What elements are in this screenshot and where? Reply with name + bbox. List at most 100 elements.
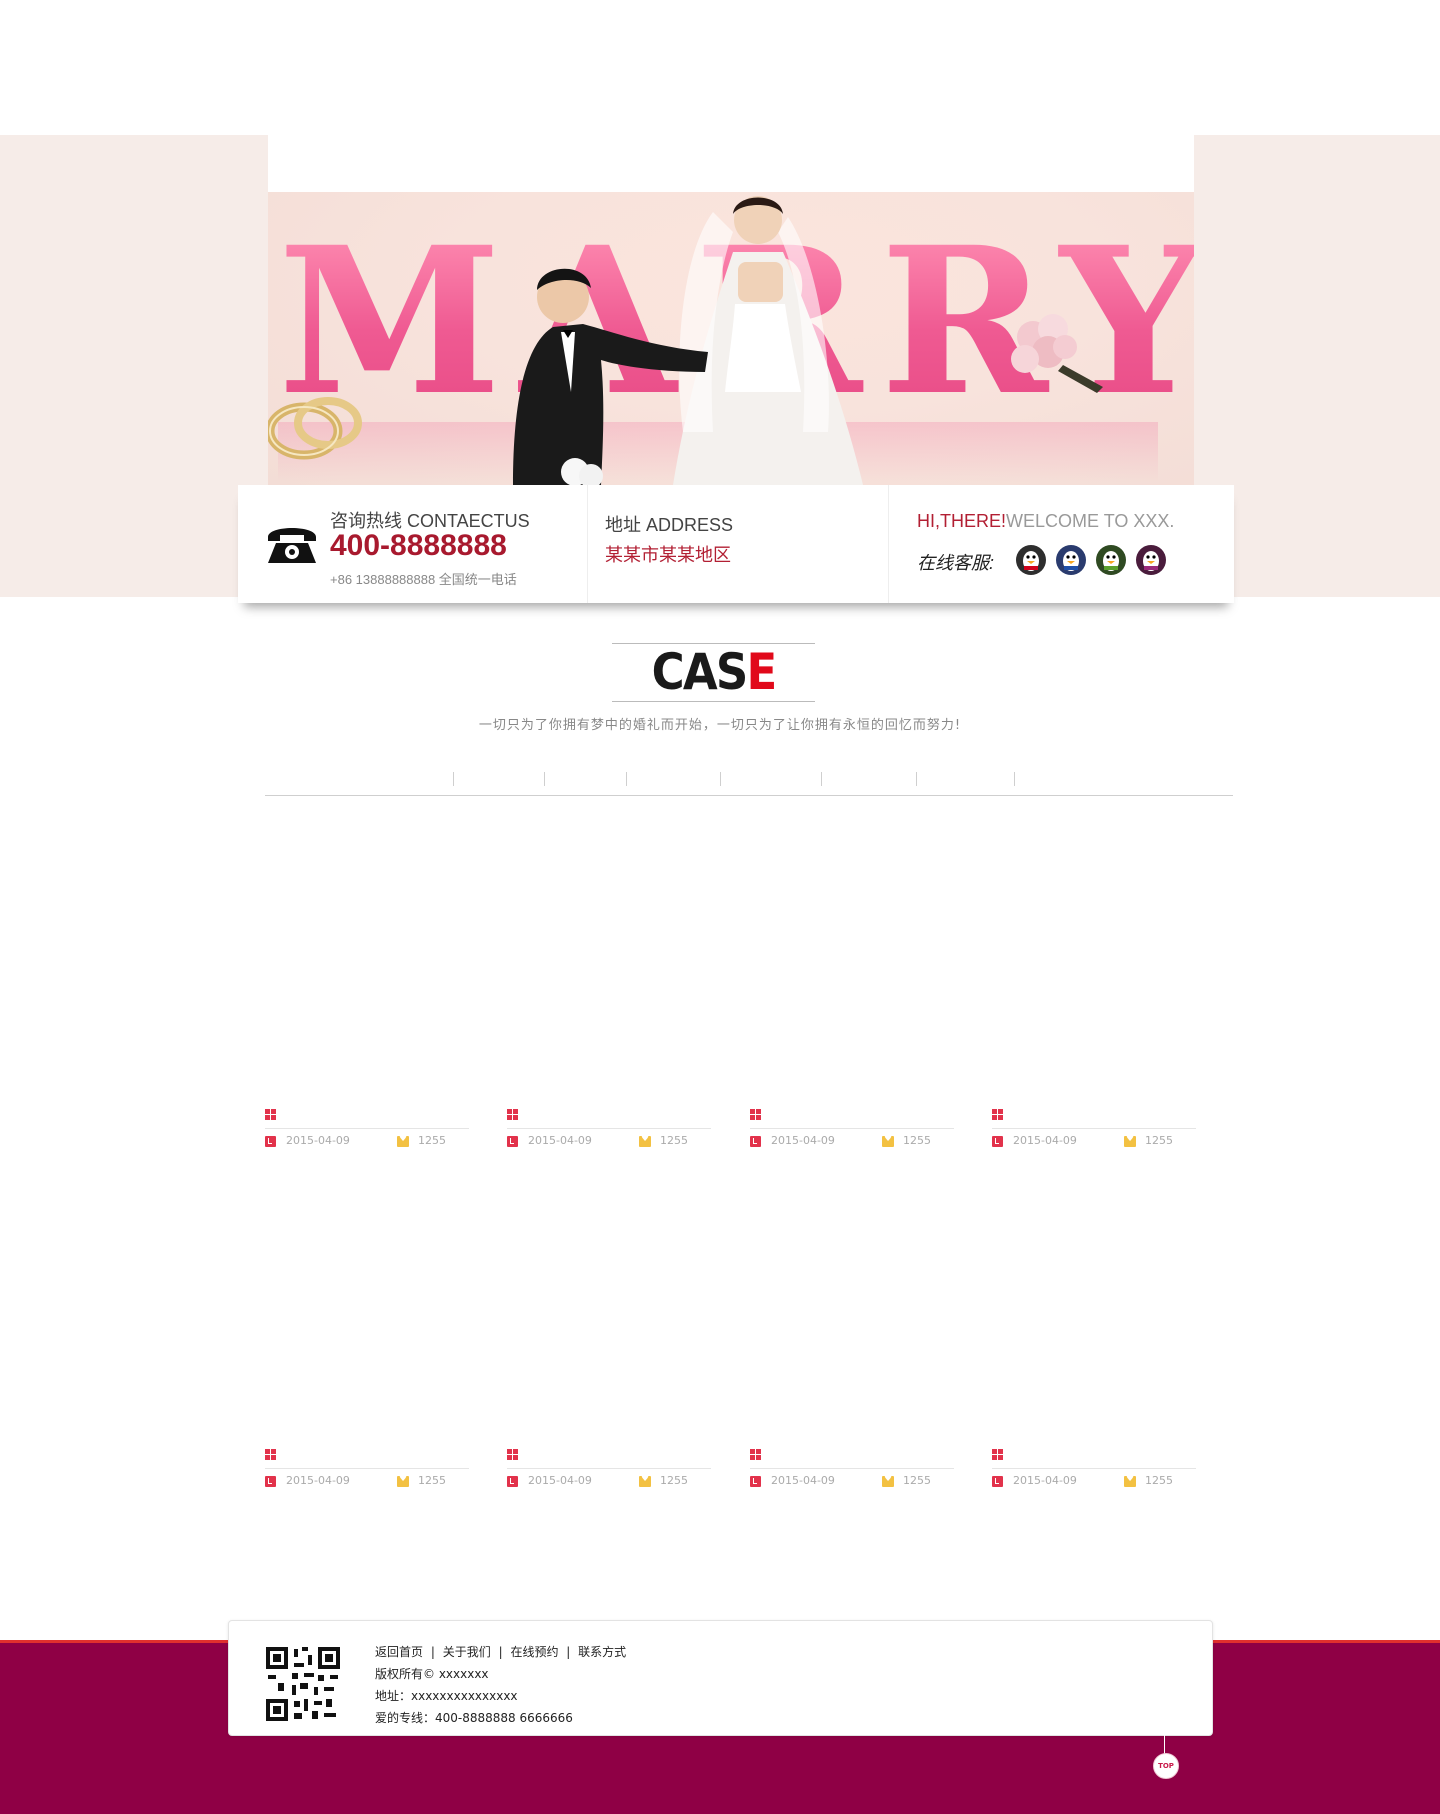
footer-panel: 返回首页 | 关于我们 | 在线预约 | 联系方式 版权所有© xxxxxxx …	[228, 1620, 1213, 1736]
case-count: 1255	[660, 1134, 688, 1147]
case-count: 1255	[1145, 1474, 1173, 1487]
footer-separator: |	[498, 1645, 503, 1659]
tabs-underline	[265, 795, 1233, 796]
card-divider	[265, 1468, 469, 1469]
qr-code-icon	[264, 1645, 342, 1723]
contact-phone-panel: 咨询热线 CONTAECTUS 400-8888888 +86 13888888…	[238, 485, 586, 603]
case-card[interactable]: 2015-04-09 1255	[265, 1105, 469, 1155]
case-count: 1255	[660, 1474, 688, 1487]
case-subtitle: 一切只为了你拥有梦中的婚礼而开始，一切只为了让你拥有永恒的回忆而努力!	[478, 718, 962, 733]
case-card[interactable]: 2015-04-09 1255	[992, 1105, 1196, 1155]
card-divider	[992, 1128, 1196, 1129]
card-divider	[507, 1128, 711, 1129]
info-bar: 咨询热线 CONTAECTUS 400-8888888 +86 13888888…	[238, 485, 1234, 603]
case-count: 1255	[418, 1474, 446, 1487]
grid-icon	[265, 1449, 276, 1460]
couple-photo	[513, 196, 863, 485]
footer-address: 地址：xxxxxxxxxxxxxxx	[375, 1689, 518, 1703]
case-card[interactable]: 2015-04-09 1255	[265, 1445, 469, 1495]
card-divider	[750, 1128, 954, 1129]
case-date: 2015-04-09	[771, 1474, 835, 1487]
case-date: 2015-04-09	[1013, 1134, 1077, 1147]
grid-icon	[507, 1449, 518, 1460]
tab-separator	[821, 772, 822, 786]
card-divider	[265, 1128, 469, 1129]
case-card[interactable]: 2015-04-09 1255	[507, 1445, 711, 1495]
footer-nav: 返回首页 | 关于我们 | 在线预约 | 联系方式	[375, 1643, 626, 1660]
calendar-icon	[507, 1136, 518, 1147]
welcome-text: HI,THERE!WELCOME TO XXX.	[917, 511, 1174, 532]
qq-icon[interactable]	[1016, 545, 1046, 575]
case-card[interactable]: 2015-04-09 1255	[750, 1105, 954, 1155]
footer-link-contact[interactable]: 联系方式	[578, 1645, 626, 1659]
case-card[interactable]: 2015-04-09 1255	[507, 1105, 711, 1155]
back-to-top-button[interactable]: TOP	[1153, 1753, 1179, 1779]
calendar-icon	[750, 1136, 761, 1147]
hero-top-panel	[268, 135, 1194, 192]
card-divider	[507, 1468, 711, 1469]
footer-link-about[interactable]: 关于我们	[443, 1645, 491, 1659]
tab-separator	[544, 772, 545, 786]
case-date: 2015-04-09	[771, 1134, 835, 1147]
welcome-hi: HI,THERE!	[917, 511, 1007, 531]
tab-separator	[453, 772, 454, 786]
grid-icon	[992, 1109, 1003, 1120]
tab-separator	[626, 772, 627, 786]
telephone-icon	[268, 528, 316, 563]
grid-icon	[265, 1109, 276, 1120]
grid-icon	[992, 1449, 1003, 1460]
case-date: 2015-04-09	[1013, 1474, 1077, 1487]
heart-icon	[639, 1474, 651, 1487]
case-card[interactable]: 2015-04-09 1255	[750, 1445, 954, 1495]
tab-separator	[916, 772, 917, 786]
case-card[interactable]: 2015-04-09 1255	[992, 1445, 1196, 1495]
heart-icon	[1124, 1134, 1136, 1147]
heart-icon	[639, 1134, 651, 1147]
case-date: 2015-04-09	[286, 1474, 350, 1487]
grid-icon	[507, 1109, 518, 1120]
address-panel: 地址 ADDRESS 某某市某某地区	[587, 485, 888, 603]
address-label: 地址 ADDRESS	[605, 515, 734, 535]
footer-separator: |	[566, 1645, 571, 1659]
case-count: 1255	[903, 1474, 931, 1487]
online-service-panel: HI,THERE!WELCOME TO XXX. 在线客服:	[888, 485, 1235, 603]
case-count: 1255	[418, 1134, 446, 1147]
hotline-sub: +86 13888888888 全国统一电话	[330, 572, 517, 587]
case-title-rule-bottom	[612, 701, 815, 702]
card-divider	[992, 1468, 1196, 1469]
address-value: 某某市某某地区	[605, 545, 731, 565]
footer-copyright: 版权所有© xxxxxxx	[375, 1667, 489, 1681]
case-date: 2015-04-09	[528, 1474, 592, 1487]
heart-icon	[397, 1474, 409, 1487]
footer-separator: |	[430, 1645, 435, 1659]
qq-icon[interactable]	[1096, 545, 1126, 575]
calendar-icon	[992, 1476, 1003, 1487]
online-service-label: 在线客服:	[917, 553, 995, 573]
bouquet-image	[1011, 314, 1103, 393]
footer-hotline: 爱的专线：400-8888888 6666666	[375, 1711, 573, 1725]
calendar-icon	[265, 1136, 276, 1147]
tab-separator	[720, 772, 721, 786]
tab-separator	[1014, 772, 1015, 786]
grid-icon	[750, 1109, 761, 1120]
footer-link-booking[interactable]: 在线预约	[510, 1645, 558, 1659]
welcome-message: WELCOME TO XXX.	[1006, 511, 1175, 531]
calendar-icon	[265, 1476, 276, 1487]
heart-icon	[882, 1134, 894, 1147]
case-date: 2015-04-09	[528, 1134, 592, 1147]
case-date: 2015-04-09	[286, 1134, 350, 1147]
case-count: 1255	[1145, 1134, 1173, 1147]
calendar-icon	[507, 1476, 518, 1487]
calendar-icon	[992, 1136, 1003, 1147]
hotline-number[interactable]: 400-8888888	[330, 529, 507, 563]
qq-icon[interactable]	[1056, 545, 1086, 575]
heart-icon	[397, 1134, 409, 1147]
qq-icon[interactable]	[1136, 545, 1166, 575]
hero-banner: MARRY	[268, 192, 1194, 485]
wedding-rings-image	[268, 397, 362, 460]
card-divider	[750, 1468, 954, 1469]
calendar-icon	[750, 1476, 761, 1487]
heart-icon	[1124, 1474, 1136, 1487]
case-section-title: CASE	[651, 643, 778, 701]
footer-link-home[interactable]: 返回首页	[375, 1645, 423, 1659]
